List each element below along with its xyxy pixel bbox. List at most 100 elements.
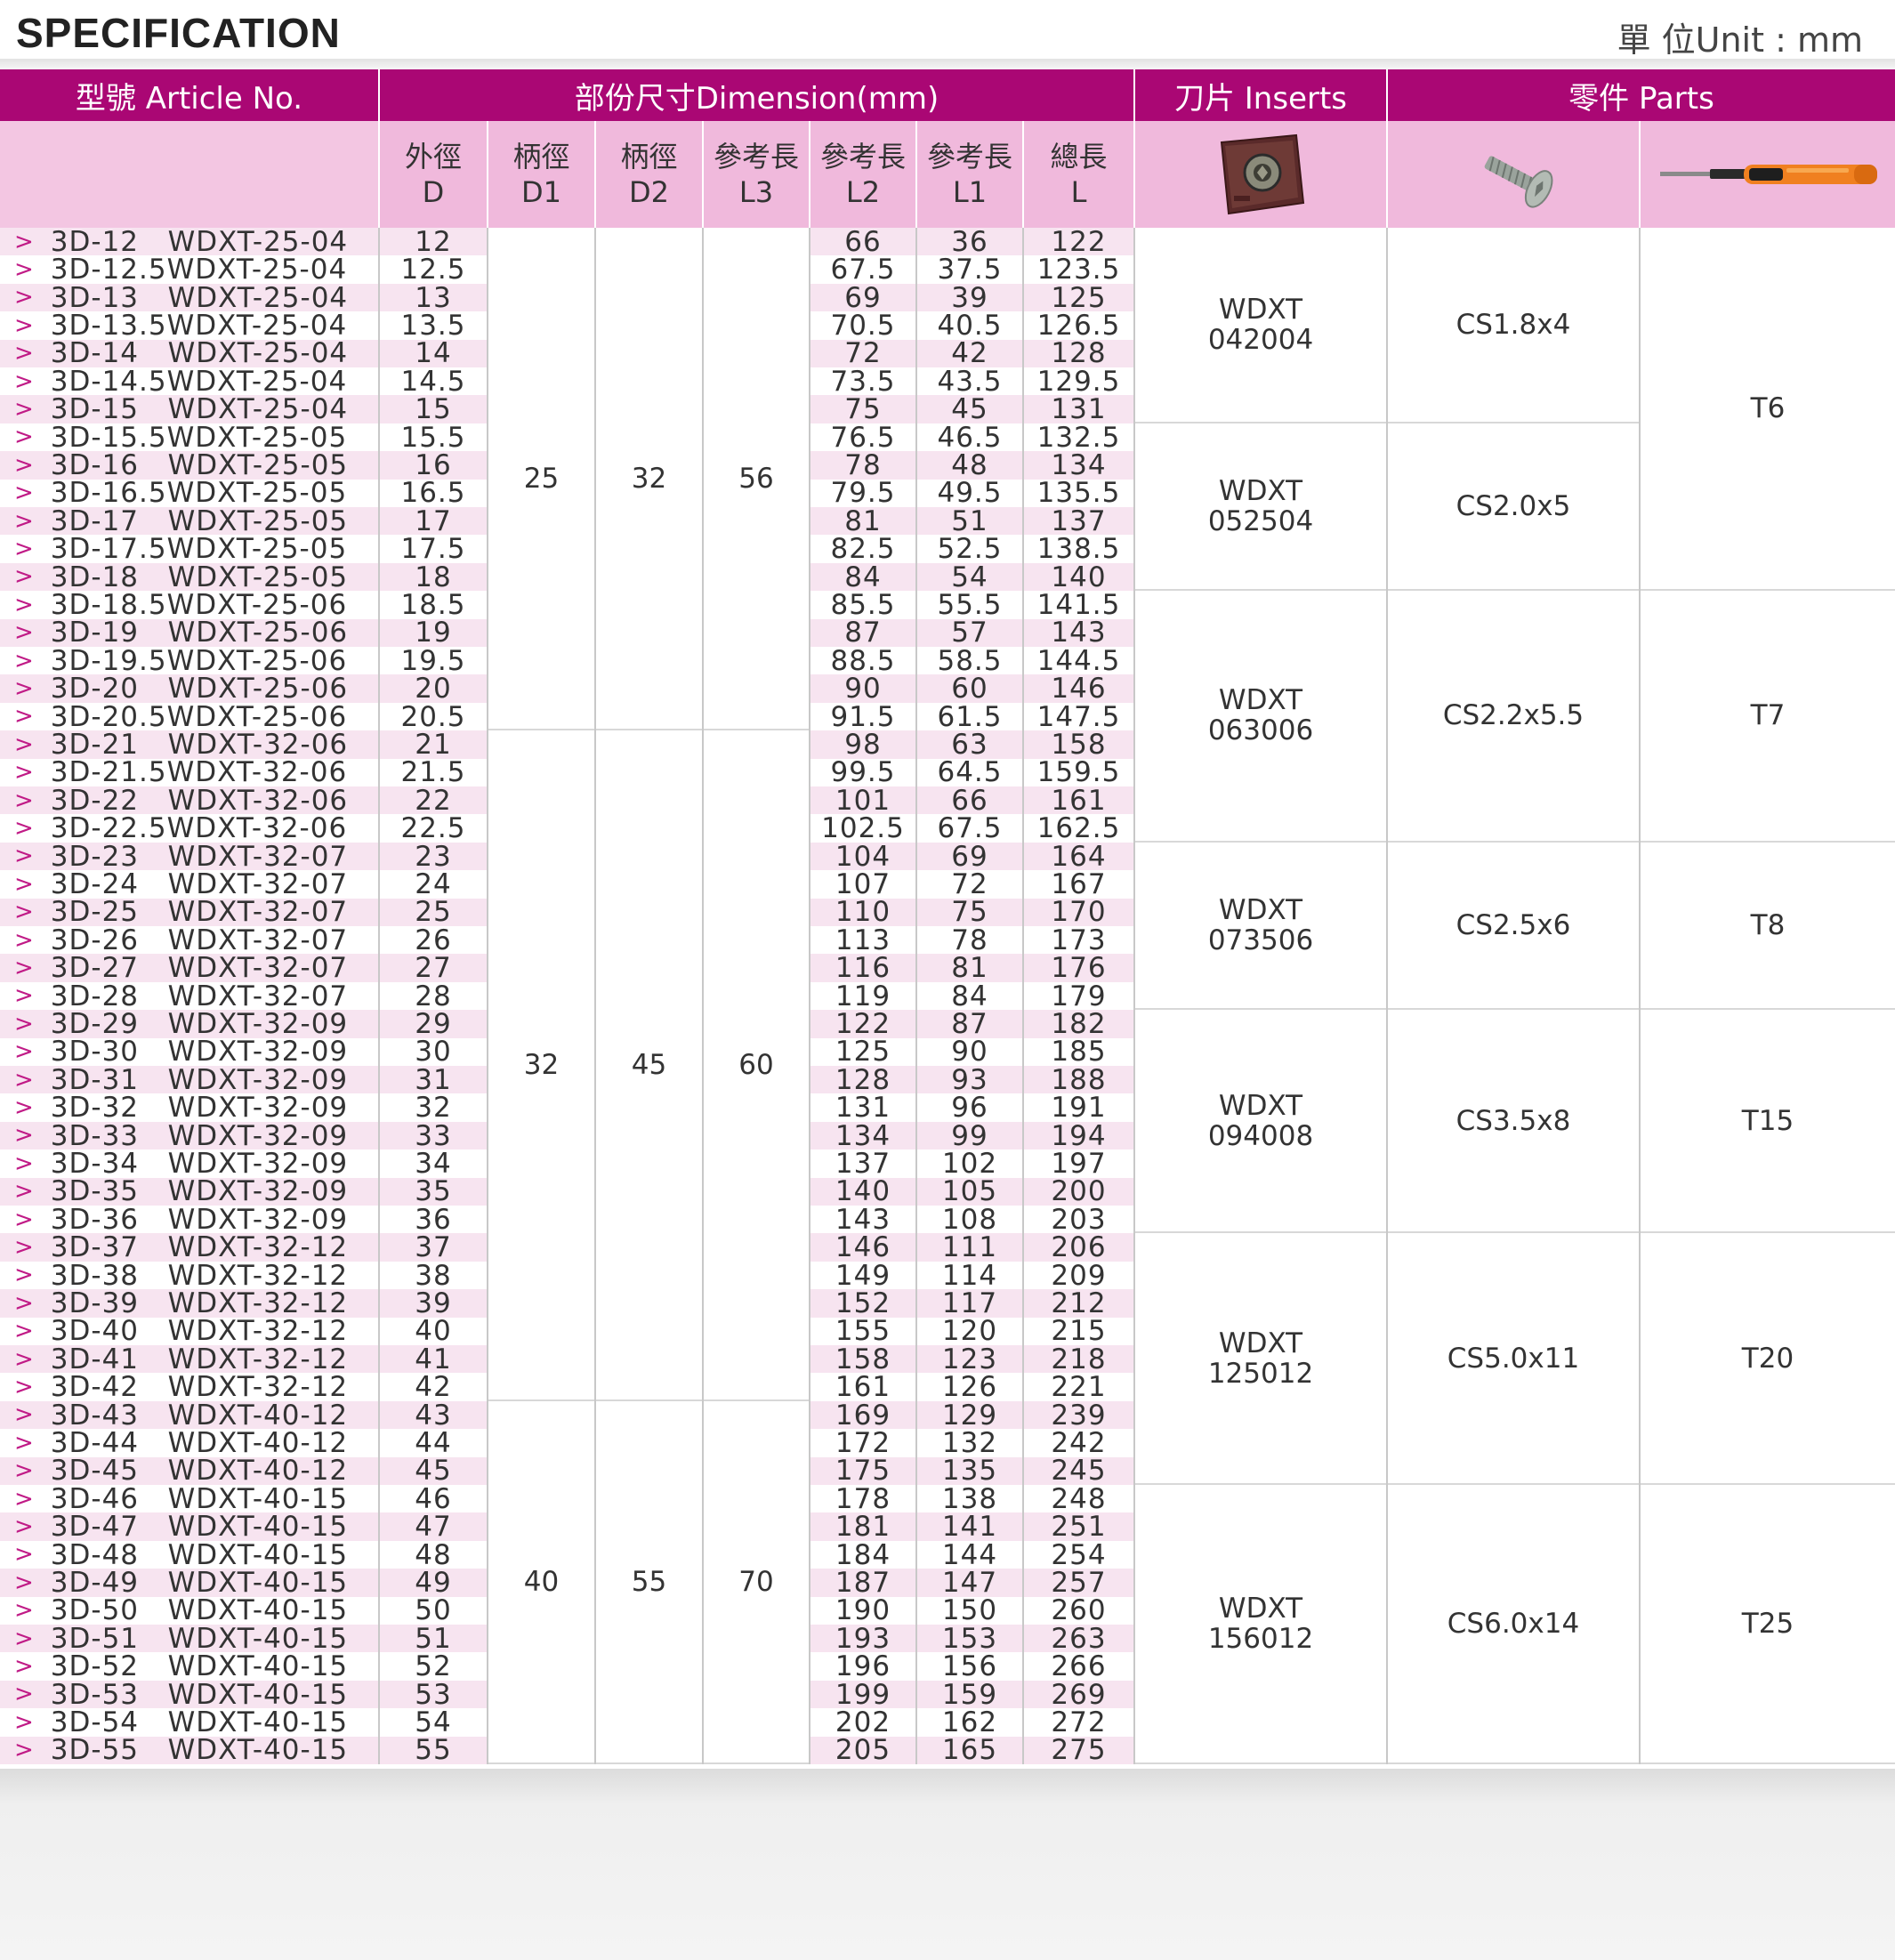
insert-model: WDXT 063006	[1135, 591, 1386, 841]
article-cell: >3D-44 WDXT-40-12	[0, 1427, 378, 1459]
dim-l2: 98	[810, 729, 915, 761]
row-arrow-icon: >	[14, 1066, 35, 1093]
row-arrow-icon: >	[14, 1457, 35, 1485]
row-arrow-icon: >	[14, 1513, 35, 1541]
dim-d: 37	[380, 1231, 487, 1263]
group-divider	[1135, 1008, 1641, 1011]
dim-l: 200	[1024, 1175, 1133, 1207]
dim-l: 134	[1024, 449, 1133, 481]
dim-l1: 90	[917, 1036, 1022, 1068]
article-cell: >3D-39 WDXT-32-12	[0, 1287, 378, 1319]
dim-l1: 78	[917, 924, 1022, 956]
dim-l2: 134	[810, 1120, 915, 1152]
dim-l1: 132	[917, 1427, 1022, 1459]
row-arrow-icon: >	[14, 1597, 35, 1625]
group-divider	[1641, 1231, 1895, 1234]
dim-l2: 88.5	[810, 645, 915, 677]
dim-d: 13	[380, 282, 487, 314]
dim-l: 182	[1024, 1008, 1133, 1040]
dim-d: 52	[380, 1650, 487, 1682]
dim-d2: 55	[596, 1400, 702, 1762]
dim-l2: 202	[810, 1706, 915, 1738]
dim-l1: 60	[917, 673, 1022, 705]
dim-l2: 107	[810, 868, 915, 900]
row-arrow-icon: >	[14, 480, 35, 507]
insert-model: WDXT 156012	[1135, 1485, 1386, 1762]
dim-d: 26	[380, 924, 487, 956]
article-cell: >3D-14.5WDXT-25-04	[0, 366, 378, 398]
row-arrow-icon: >	[14, 870, 35, 898]
article-cell: >3D-14 WDXT-25-04	[0, 337, 378, 369]
row-arrow-icon: >	[14, 367, 35, 395]
subheader-zh: 柄徑	[620, 140, 678, 173]
insert-model-line: WDXT	[1218, 1327, 1303, 1359]
article-cell: >3D-17 WDXT-25-05	[0, 505, 378, 537]
dim-l1: 75	[917, 896, 1022, 928]
dim-l2: 184	[810, 1539, 915, 1571]
row-arrow-icon: >	[14, 1289, 35, 1317]
dim-l2: 85.5	[810, 589, 915, 621]
dim-d: 15	[380, 393, 487, 425]
insert-model: WDXT 073506	[1135, 842, 1386, 1009]
column-divider	[702, 228, 704, 1764]
article-cell: >3D-43 WDXT-40-12	[0, 1399, 378, 1432]
dim-l2: 172	[810, 1427, 915, 1459]
row-arrow-icon: >	[14, 899, 35, 926]
subheader-l3: 參考長 L3	[704, 121, 809, 228]
article-cell: >3D-37 WDXT-32-12	[0, 1231, 378, 1263]
driver-model: T15	[1641, 1010, 1895, 1232]
row-arrow-icon: >	[14, 311, 35, 339]
dim-l3: 60	[704, 730, 809, 1399]
dim-l1: 69	[917, 841, 1022, 873]
subheader-zh: 參考長	[713, 140, 799, 173]
column-divider	[1386, 228, 1388, 1764]
dim-l1: 144	[917, 1539, 1022, 1571]
row-arrow-icon: >	[14, 1206, 35, 1233]
insert-model: WDXT 094008	[1135, 1010, 1386, 1232]
dim-l2: 79.5	[810, 477, 915, 509]
dim-d: 24	[380, 868, 487, 900]
dim-d: 44	[380, 1427, 487, 1459]
dim-d: 22	[380, 785, 487, 817]
dim-l1: 150	[917, 1594, 1022, 1626]
dim-l1: 141	[917, 1511, 1022, 1543]
dim-l2: 125	[810, 1036, 915, 1068]
dim-l: 141.5	[1024, 589, 1133, 621]
dim-d: 28	[380, 980, 487, 1012]
dim-l: 257	[1024, 1567, 1133, 1599]
dim-d: 32	[380, 1092, 487, 1124]
row-arrow-icon: >	[14, 619, 35, 647]
insert-model-line: 156012	[1207, 1623, 1314, 1655]
dim-d: 43	[380, 1399, 487, 1432]
group-divider	[1135, 1231, 1641, 1234]
row-arrow-icon: >	[14, 591, 35, 618]
dim-l: 218	[1024, 1343, 1133, 1375]
dim-l1: 135	[917, 1455, 1022, 1487]
dim-l3: 70	[704, 1400, 809, 1762]
dim-l: 197	[1024, 1148, 1133, 1180]
row-arrow-icon: >	[14, 647, 35, 674]
dim-l1: 55.5	[917, 589, 1022, 621]
row-arrow-icon: >	[14, 536, 35, 563]
bottom-shade	[0, 1769, 1895, 1960]
subheader-zh: 參考長	[819, 140, 906, 173]
article-cell: >3D-32 WDXT-32-09	[0, 1092, 378, 1124]
dim-d: 30	[380, 1036, 487, 1068]
column-divider	[1639, 228, 1641, 1764]
dim-l: 176	[1024, 952, 1133, 984]
subheader-zh: 外徑	[404, 140, 462, 173]
dim-l2: 66	[810, 226, 915, 258]
dim-l1: 45	[917, 393, 1022, 425]
dim-l2: 75	[810, 393, 915, 425]
group-divider	[1135, 1762, 1641, 1764]
dim-l: 140	[1024, 561, 1133, 593]
dim-l1: 63	[917, 729, 1022, 761]
dim-l1: 108	[917, 1204, 1022, 1236]
subheader-d: 外徑 D	[380, 121, 487, 228]
dim-l: 251	[1024, 1511, 1133, 1543]
dim-d: 46	[380, 1483, 487, 1515]
dim-l1: 165	[917, 1734, 1022, 1766]
dim-d: 33	[380, 1120, 487, 1152]
article-cell: >3D-51 WDXT-40-15	[0, 1623, 378, 1655]
column-divider	[487, 228, 488, 1764]
